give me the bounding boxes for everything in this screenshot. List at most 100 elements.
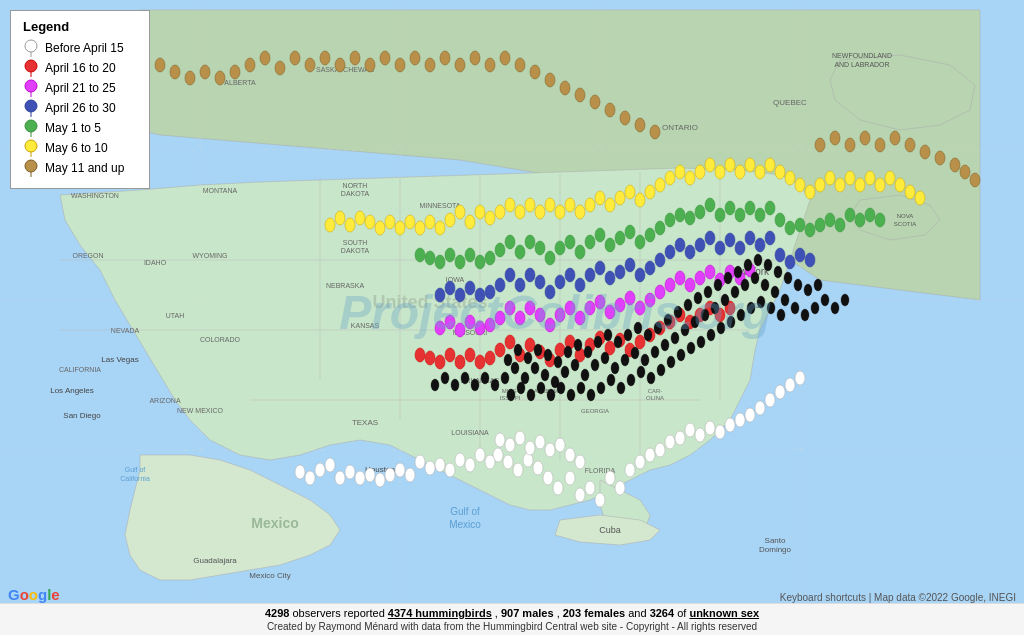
svg-point-384 — [950, 158, 960, 172]
svg-point-342 — [260, 51, 270, 65]
svg-point-80 — [543, 471, 553, 485]
svg-text:NEVADA: NEVADA — [111, 327, 140, 334]
svg-point-456 — [774, 266, 782, 278]
svg-point-474 — [637, 366, 645, 378]
svg-point-433 — [544, 349, 552, 361]
svg-point-178 — [635, 301, 645, 315]
svg-point-76 — [565, 471, 575, 485]
svg-point-497 — [25, 120, 37, 132]
svg-point-445 — [664, 314, 672, 326]
svg-point-387 — [501, 372, 509, 384]
svg-point-453 — [744, 259, 752, 271]
svg-point-154 — [425, 351, 435, 365]
svg-text:IDAHO: IDAHO — [144, 259, 167, 266]
svg-point-413 — [761, 279, 769, 291]
svg-point-485 — [747, 302, 755, 314]
svg-point-230 — [775, 248, 785, 262]
svg-text:Santo: Santo — [765, 536, 786, 545]
svg-text:NOVA: NOVA — [897, 213, 914, 219]
svg-point-282 — [455, 205, 465, 219]
svg-point-310 — [735, 165, 745, 179]
svg-point-167 — [525, 301, 535, 315]
stats-line: 4298 observers reported 4374 hummingbird… — [8, 606, 1016, 620]
svg-point-469 — [587, 389, 595, 401]
svg-point-227 — [745, 231, 755, 245]
svg-point-198 — [515, 278, 525, 292]
svg-point-97 — [665, 435, 675, 449]
svg-point-183 — [455, 323, 465, 337]
svg-point-351 — [395, 58, 405, 72]
svg-text:KANSAS: KANSAS — [351, 322, 380, 329]
svg-point-417 — [801, 309, 809, 321]
svg-point-168 — [535, 308, 545, 322]
svg-point-430 — [514, 344, 522, 356]
svg-text:ARIZONA: ARIZONA — [149, 397, 180, 404]
svg-point-73 — [595, 493, 605, 507]
svg-point-461 — [507, 389, 515, 401]
svg-point-312 — [755, 165, 765, 179]
svg-point-418 — [811, 302, 819, 314]
svg-point-343 — [275, 61, 285, 75]
svg-point-365 — [605, 103, 615, 117]
svg-point-391 — [541, 369, 549, 381]
svg-text:Las Vegas: Las Vegas — [101, 355, 138, 364]
svg-point-501 — [25, 160, 37, 172]
svg-point-314 — [775, 165, 785, 179]
svg-point-114 — [755, 401, 765, 415]
svg-point-369 — [230, 65, 240, 79]
svg-point-431 — [524, 352, 532, 364]
svg-point-263 — [705, 198, 715, 212]
svg-point-274 — [815, 218, 825, 232]
svg-point-401 — [641, 354, 649, 366]
svg-point-377 — [845, 138, 855, 152]
svg-point-436 — [574, 339, 582, 351]
svg-point-386 — [970, 173, 980, 187]
svg-point-72 — [585, 481, 595, 495]
svg-point-261 — [685, 211, 695, 225]
svg-point-408 — [711, 302, 719, 314]
svg-point-426 — [451, 379, 459, 391]
svg-point-396 — [591, 359, 599, 371]
legend-item-5: May 6 to 10 — [23, 140, 137, 156]
svg-point-352 — [410, 51, 420, 65]
svg-point-419 — [821, 294, 829, 306]
svg-point-349 — [365, 58, 375, 72]
svg-point-283 — [465, 215, 475, 229]
svg-point-228 — [755, 238, 765, 252]
legend-item-4: May 1 to 5 — [23, 120, 137, 136]
svg-text:WYOMING: WYOMING — [193, 252, 228, 259]
svg-point-422 — [491, 379, 499, 391]
svg-point-135 — [525, 338, 535, 352]
svg-point-353 — [425, 58, 435, 72]
svg-point-355 — [455, 58, 465, 72]
svg-point-104 — [345, 465, 355, 479]
svg-point-459 — [804, 284, 812, 296]
legend-pin-blue — [23, 100, 39, 116]
svg-point-457 — [784, 272, 792, 284]
svg-point-438 — [594, 336, 602, 348]
svg-point-476 — [657, 364, 665, 376]
svg-point-189 — [685, 278, 695, 292]
svg-point-111 — [725, 418, 735, 432]
svg-text:Gulf of: Gulf of — [450, 506, 480, 517]
svg-point-131 — [795, 371, 805, 385]
svg-point-179 — [645, 293, 655, 307]
svg-point-425 — [461, 372, 469, 384]
svg-point-209 — [625, 258, 635, 272]
svg-point-329 — [435, 221, 445, 235]
legend-item-3: April 26 to 30 — [23, 100, 137, 116]
svg-point-259 — [415, 248, 425, 262]
svg-point-89 — [475, 448, 485, 462]
svg-point-277 — [845, 208, 855, 222]
legend-item-2: April 21 to 25 — [23, 80, 137, 96]
svg-text:NEW MEXICO: NEW MEXICO — [177, 407, 223, 414]
svg-point-468 — [577, 382, 585, 394]
svg-point-287 — [505, 198, 515, 212]
svg-point-361 — [545, 73, 555, 87]
svg-point-202 — [555, 275, 565, 289]
svg-point-286 — [495, 205, 505, 219]
svg-point-304 — [675, 165, 685, 179]
svg-point-216 — [445, 281, 455, 295]
svg-point-437 — [584, 346, 592, 358]
svg-point-470 — [597, 382, 605, 394]
